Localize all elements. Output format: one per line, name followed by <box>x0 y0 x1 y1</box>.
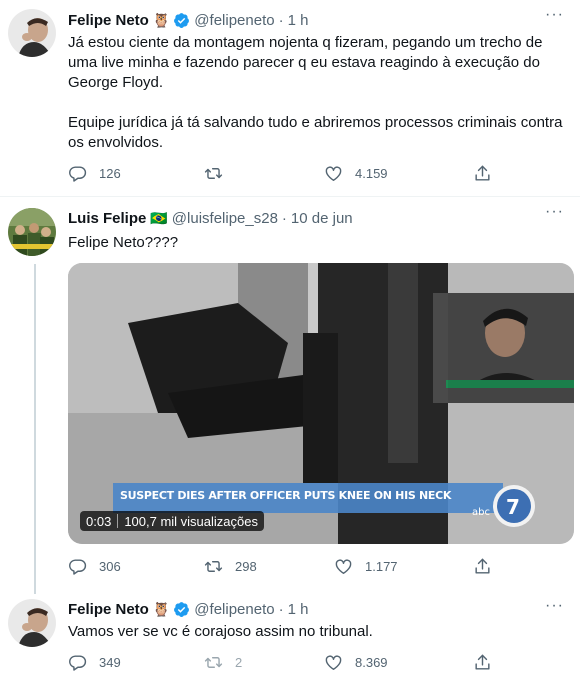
author-name[interactable]: Luis Felipe <box>68 210 146 227</box>
tweet-text: Felipe Neto???? <box>68 234 179 251</box>
like-icon <box>325 166 342 181</box>
tweet-text: Já estou ciente da montagem nojenta q fi… <box>68 34 543 91</box>
like-icon <box>335 559 352 574</box>
video-stats-pill: 0:03 100,7 mil visualizações <box>80 511 264 531</box>
reply-icon <box>69 166 87 182</box>
share-button[interactable] <box>473 557 492 576</box>
reply-count: 306 <box>99 559 121 574</box>
tweet-text-paragraph-2: Equipe jurídica já tá salvando tudo e ab… <box>68 114 563 151</box>
retweet-icon <box>204 168 223 179</box>
video-caption: SUSPECT DIES AFTER OFFICER PUTS KNEE ON … <box>120 489 452 502</box>
tweet-time[interactable]: 1 h <box>288 12 309 29</box>
reply-count: 126 <box>99 166 121 181</box>
author-handle[interactable]: @luisfelipe_s28 <box>172 210 278 227</box>
more-icon[interactable]: ··· <box>545 203 564 221</box>
avatar[interactable] <box>8 9 56 57</box>
svg-text:7: 7 <box>506 495 520 519</box>
tweet-time[interactable]: 1 h <box>288 601 309 618</box>
more-icon[interactable]: ··· <box>545 6 564 24</box>
more-icon[interactable]: ··· <box>545 597 564 615</box>
retweet-button[interactable]: 2 <box>204 653 242 672</box>
owl-emoji: 🦉 <box>152 11 171 28</box>
video-views: 100,7 mil visualizações <box>124 513 258 529</box>
like-button[interactable]: 4.159 <box>324 164 388 183</box>
author-handle[interactable]: @felipeneto <box>194 12 274 29</box>
reply-button[interactable]: 349 <box>68 653 121 672</box>
brazil-flag-emoji: 🇧🇷 <box>150 209 168 226</box>
author-name[interactable]: Felipe Neto <box>68 12 149 29</box>
like-count: 4.159 <box>355 166 388 181</box>
author-name[interactable]: Felipe Neto <box>68 601 149 618</box>
tweet-text: Vamos ver se vc é corajoso assim no trib… <box>68 623 373 640</box>
avatar[interactable] <box>8 599 56 647</box>
reply-count: 349 <box>99 655 121 670</box>
reply-icon <box>69 559 87 575</box>
share-icon <box>475 165 490 181</box>
share-icon <box>475 654 490 670</box>
video-duration: 0:03 <box>86 513 112 529</box>
svg-text:abc: abc <box>472 507 490 518</box>
reply-button[interactable]: 306 <box>68 557 121 576</box>
like-button[interactable]: 1.177 <box>334 557 398 576</box>
dot-separator: · <box>281 209 287 227</box>
dot-separator: · <box>278 600 284 618</box>
tweet-time[interactable]: 10 de jun <box>291 210 353 227</box>
like-button[interactable]: 8.369 <box>324 653 388 672</box>
author-handle[interactable]: @felipeneto <box>194 601 274 618</box>
share-button[interactable] <box>473 164 492 183</box>
like-count: 1.177 <box>365 559 398 574</box>
thread-line <box>34 264 36 594</box>
like-icon <box>325 655 342 670</box>
share-button[interactable] <box>473 653 492 672</box>
retweet-icon <box>204 561 223 572</box>
retweet-button[interactable] <box>204 164 235 183</box>
tweet-1[interactable]: Felipe Neto 🦉 @felipeneto · 1 h ··· Já e… <box>0 0 580 196</box>
dot-separator: · <box>278 11 284 29</box>
retweet-icon <box>204 657 223 668</box>
reply-icon <box>69 655 87 671</box>
reply-button[interactable]: 126 <box>68 164 121 183</box>
tweet-3[interactable]: Felipe Neto 🦉 @felipeneto · 1 h ··· Vamo… <box>0 597 580 673</box>
verified-badge-icon <box>174 601 190 617</box>
avatar[interactable] <box>8 208 56 256</box>
owl-emoji: 🦉 <box>152 600 171 617</box>
retweet-button[interactable]: 298 <box>204 557 257 576</box>
video-player[interactable]: 7 abc SUSPECT DIES AFTER OFFICER PUTS KN… <box>68 263 574 544</box>
video-stats-divider <box>117 514 119 528</box>
like-count: 8.369 <box>355 655 388 670</box>
retweet-count: 2 <box>235 655 243 670</box>
share-icon <box>475 558 490 574</box>
verified-badge-icon <box>174 12 190 28</box>
retweet-count: 298 <box>235 559 257 574</box>
